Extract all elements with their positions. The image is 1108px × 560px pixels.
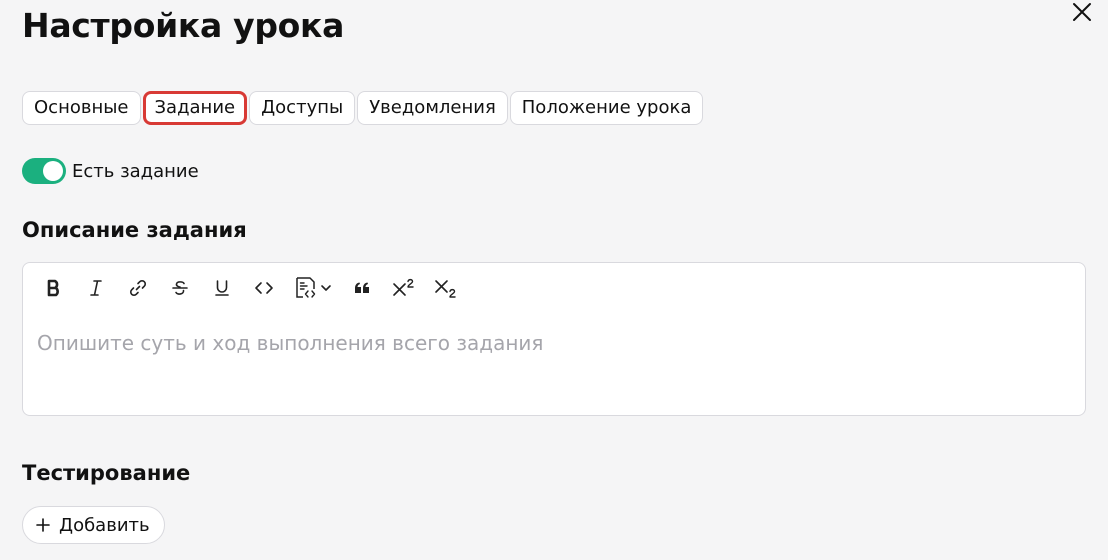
page-title: Настройка урока — [22, 6, 345, 45]
close-icon — [1073, 3, 1091, 21]
description-section-title: Описание задания — [22, 218, 247, 242]
chevron-down-icon — [321, 285, 331, 291]
testing-section-title: Тестирование — [22, 461, 191, 485]
subscript-icon — [435, 280, 456, 298]
tab-access[interactable]: Доступы — [249, 91, 356, 125]
subscript-button[interactable] — [425, 273, 467, 303]
bold-button[interactable] — [33, 273, 75, 303]
strikethrough-button[interactable] — [159, 273, 201, 303]
quote-icon — [355, 282, 369, 293]
bold-icon — [47, 279, 59, 297]
tab-basic[interactable]: Основные — [22, 91, 141, 125]
task-toggle-label: Есть задание — [72, 160, 199, 182]
add-test-button[interactable]: Добавить — [22, 506, 165, 544]
superscript-icon — [393, 278, 414, 296]
close-button[interactable] — [1070, 0, 1094, 24]
underline-icon — [215, 280, 229, 296]
task-toggle-row: Есть задание — [22, 158, 199, 184]
task-toggle-switch[interactable] — [22, 158, 66, 184]
description-placeholder[interactable]: Опишите суть и ход выполнения всего зада… — [37, 331, 543, 355]
tab-notifications[interactable]: Уведомления — [357, 91, 508, 125]
superscript-button[interactable] — [383, 273, 425, 303]
quote-button[interactable] — [341, 273, 383, 303]
description-editor[interactable]: Опишите суть и ход выполнения всего зада… — [22, 262, 1086, 416]
lesson-settings-panel: Настройка урока Основные Задание Доступы… — [0, 0, 1108, 560]
code-button[interactable] — [243, 273, 285, 303]
plus-icon — [36, 518, 50, 532]
add-test-label: Добавить — [59, 514, 150, 536]
italic-button[interactable] — [75, 273, 117, 303]
strikethrough-icon — [172, 281, 188, 295]
italic-icon — [90, 280, 102, 296]
code-block-icon — [296, 277, 316, 298]
tab-lesson-position[interactable]: Положение урока — [509, 91, 704, 125]
code-block-dropdown[interactable] — [285, 273, 341, 303]
tab-task[interactable]: Задание — [142, 91, 248, 125]
tab-bar: Основные Задание Доступы Уведомления Пол… — [22, 91, 704, 125]
link-button[interactable] — [117, 273, 159, 303]
toggle-knob — [43, 161, 63, 181]
underline-button[interactable] — [201, 273, 243, 303]
link-icon — [129, 279, 147, 297]
editor-toolbar — [33, 273, 467, 303]
code-icon — [255, 282, 273, 294]
